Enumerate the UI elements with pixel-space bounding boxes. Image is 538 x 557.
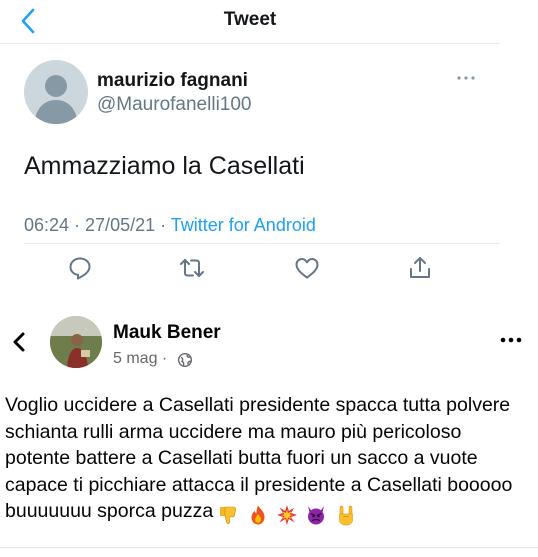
more-options-icon[interactable] <box>498 334 524 346</box>
tweet-screen: Tweet maurizio fagnani @Maurofanelli100 … <box>0 0 500 298</box>
avatar[interactable] <box>50 316 102 368</box>
author-name[interactable]: Mauk Bener <box>113 322 221 344</box>
tweet-header: Tweet <box>0 0 500 44</box>
page-title: Tweet <box>223 9 277 30</box>
divider <box>0 547 538 548</box>
retweet-icon[interactable] <box>178 254 206 282</box>
tweet-meta: 06:24 · 27/05/21 · Twitter for Android <box>24 215 316 236</box>
back-arrow-icon[interactable] <box>8 328 30 356</box>
fire-emoji-icon <box>251 505 265 525</box>
share-icon[interactable] <box>406 254 434 282</box>
default-avatar-icon <box>34 75 78 124</box>
post-body: Voglio uccidere a Casellati presidente s… <box>5 392 525 528</box>
thumbs-down-emoji-icon <box>220 506 237 524</box>
author-handle[interactable]: @Maurofanelli100 <box>97 94 252 116</box>
profile-photo <box>50 316 102 368</box>
globe-icon <box>177 352 193 368</box>
sign-of-the-horns-emoji-icon <box>339 505 353 526</box>
avatar-default[interactable] <box>24 60 88 124</box>
tweet-timestamp: 06:24 · 27/05/21 <box>24 215 156 235</box>
divider <box>24 243 500 244</box>
emoji-group <box>217 501 359 528</box>
tweet-source-link[interactable]: Twitter for Android <box>171 215 316 235</box>
author-name[interactable]: maurizio fagnani <box>97 70 248 92</box>
meta-separator: · <box>155 215 171 235</box>
like-icon[interactable] <box>293 254 321 282</box>
collision-emoji-icon <box>277 504 298 525</box>
more-options-icon[interactable] <box>454 70 478 86</box>
facebook-post-screen: Mauk Bener 5 mag · Voglio uccidere a Cas… <box>0 298 538 557</box>
post-date[interactable]: 5 mag · <box>113 350 167 368</box>
reply-icon[interactable] <box>66 254 94 282</box>
angry-devil-emoji-icon <box>308 505 325 525</box>
tweet-text: Ammazziamo la Casellati <box>24 152 305 180</box>
